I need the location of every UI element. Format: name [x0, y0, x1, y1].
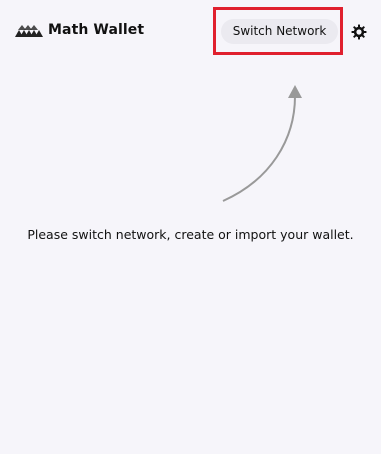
app-title: Math Wallet	[48, 22, 145, 38]
gear-icon[interactable]	[351, 24, 367, 40]
curved-arrow-up-icon	[222, 85, 302, 202]
math-wallet-logo-icon	[15, 25, 43, 37]
switch-network-button[interactable]: Switch Network	[221, 19, 338, 44]
empty-state-message: Please switch network, create or import …	[27, 227, 354, 242]
header: Math Wallet Switch Network	[0, 0, 381, 64]
